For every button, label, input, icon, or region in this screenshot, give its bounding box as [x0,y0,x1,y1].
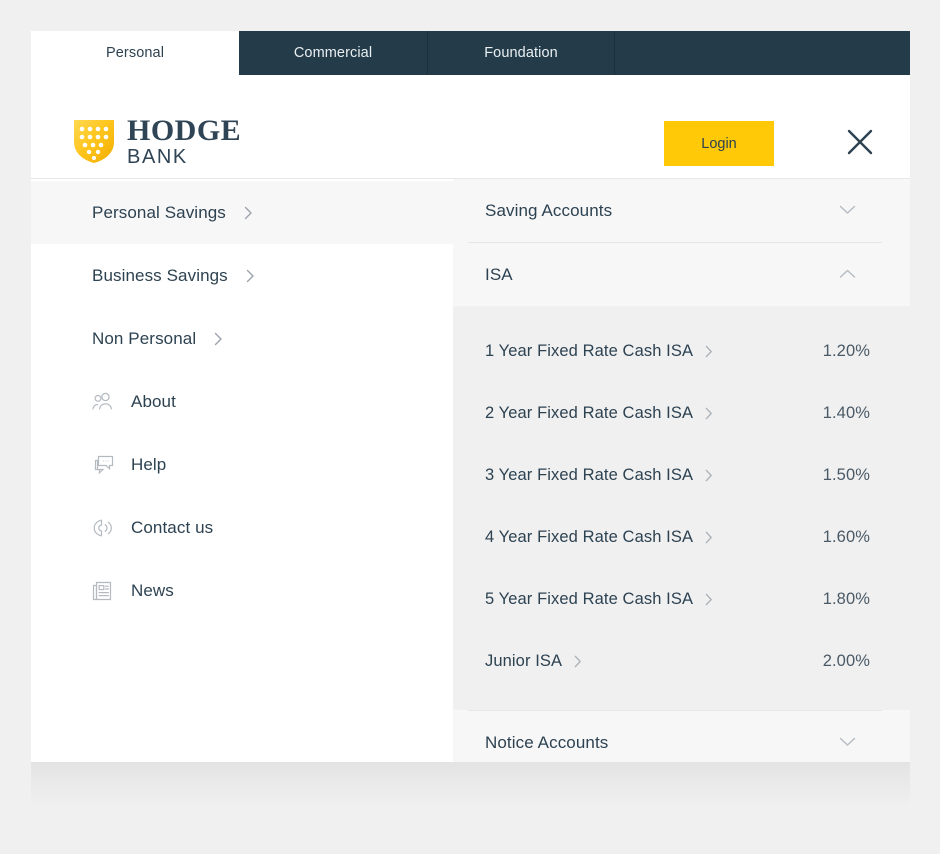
tab-personal[interactable]: Personal [31,31,239,75]
brand-wordmark: HODGE BANK [127,114,242,168]
sidebar-item-business-savings[interactable]: Business Savings [31,244,453,307]
section-title: ISA [485,264,513,284]
sidebar-item-label: Non Personal [92,328,197,348]
tab-personal-label: Personal [105,45,165,61]
chat-bubbles-icon [91,454,117,476]
chevron-right-icon [574,655,582,668]
product-rate: 1.60% [822,527,870,546]
tab-bar-filler [615,31,910,75]
account-sections-panel: Saving Accounts ISA 1 Year Fixed Rate Ca [453,179,910,762]
sidebar-item-non-personal[interactable]: Non Personal [31,307,453,370]
menu-body: Personal Savings Business Savings Non Pe… [31,179,910,762]
product-row-3-year-fixed-rate-cash-isa[interactable]: 3 Year Fixed Rate Cash ISA 1.50% [453,444,910,506]
sidebar-item-label: Help [131,454,167,474]
primary-nav-sidebar: Personal Savings Business Savings Non Pe… [31,179,453,762]
chevron-right-icon [246,269,255,283]
shield-icon [72,118,116,165]
card-drop-shadow [31,762,910,804]
product-name: 2 Year Fixed Rate Cash ISA [485,403,694,422]
chevron-right-icon [705,593,713,606]
section-title: Notice Accounts [485,732,609,752]
sidebar-item-label: News [131,580,174,600]
chevron-right-icon [705,469,713,482]
chevron-right-icon [214,332,223,346]
brand-subtitle: BANK [127,146,188,168]
navigation-overlay-card: Personal Commercial Foundation HODGE BAN… [31,31,910,762]
chevron-right-icon [705,531,713,544]
brand-name: HODGE [127,114,242,147]
chevron-right-icon [244,206,253,220]
product-name: 3 Year Fixed Rate Cash ISA [485,465,694,484]
product-name: 5 Year Fixed Rate Cash ISA [485,589,694,608]
section-header-isa[interactable]: ISA [453,243,910,306]
tab-foundation[interactable]: Foundation [428,31,615,75]
product-rate: 1.40% [822,403,870,422]
product-row-2-year-fixed-rate-cash-isa[interactable]: 2 Year Fixed Rate Cash ISA 1.40% [453,382,910,444]
sidebar-item-label: About [131,391,176,411]
site-header: HODGE BANK Login [31,75,910,179]
login-button[interactable]: Login [664,121,774,166]
tab-commercial-label: Commercial [293,45,373,61]
sidebar-item-label: Personal Savings [92,202,226,222]
people-icon [91,391,117,413]
audience-tab-bar: Personal Commercial Foundation [31,31,910,75]
product-name: 4 Year Fixed Rate Cash ISA [485,527,694,546]
product-rate: 1.80% [822,589,870,608]
sidebar-item-help[interactable]: Help [31,433,453,496]
close-menu-button[interactable] [840,123,880,163]
sidebar-item-label: Contact us [131,517,214,537]
tab-commercial[interactable]: Commercial [239,31,428,75]
sidebar-item-news[interactable]: News [31,559,453,622]
section-title: Saving Accounts [485,200,613,220]
product-row-junior-isa[interactable]: Junior ISA 2.00% [453,630,910,692]
tab-foundation-label: Foundation [484,45,558,61]
chevron-right-icon [705,345,713,358]
page-root: Personal Commercial Foundation HODGE BAN… [0,0,940,854]
sidebar-item-contact-us[interactable]: Contact us [31,496,453,559]
product-rate: 2.00% [822,651,870,670]
close-icon [845,127,875,160]
chevron-right-icon [705,407,713,420]
isa-product-list: 1 Year Fixed Rate Cash ISA 1.20% 2 Year … [453,306,910,710]
chevron-up-icon [839,266,856,284]
chevron-down-icon [839,734,856,752]
section-header-saving-accounts[interactable]: Saving Accounts [453,179,910,242]
brand-logo[interactable]: HODGE BANK [72,116,241,167]
phone-ringing-icon [91,517,117,539]
product-name: Junior ISA [485,651,563,670]
product-rate: 1.20% [822,341,870,360]
product-rate: 1.50% [822,465,870,484]
sidebar-item-label: Business Savings [92,265,228,285]
sidebar-item-personal-savings[interactable]: Personal Savings [31,181,453,244]
product-name: 1 Year Fixed Rate Cash ISA [485,341,694,360]
product-row-4-year-fixed-rate-cash-isa[interactable]: 4 Year Fixed Rate Cash ISA 1.60% [453,506,910,568]
product-row-5-year-fixed-rate-cash-isa[interactable]: 5 Year Fixed Rate Cash ISA 1.80% [453,568,910,630]
chevron-down-icon [839,202,856,220]
product-row-1-year-fixed-rate-cash-isa[interactable]: 1 Year Fixed Rate Cash ISA 1.20% [453,320,910,382]
sidebar-item-about[interactable]: About [31,370,453,433]
newspaper-icon [91,580,117,602]
